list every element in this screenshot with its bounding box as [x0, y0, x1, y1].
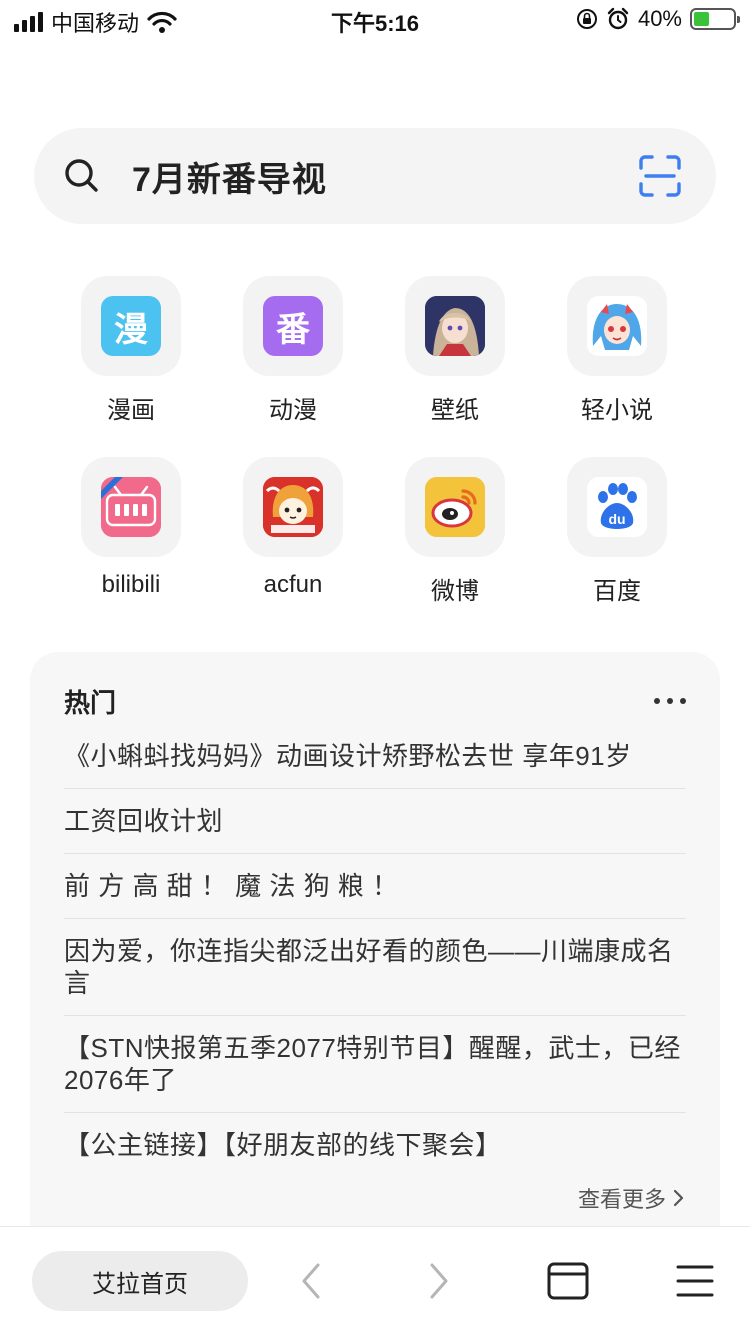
hot-news-item[interactable]: 【公主链接】【好朋友部的线下聚会】: [64, 1113, 686, 1177]
shortcut-grid: 漫 漫画 番 动漫 壁纸 轻小说 bilibili acfun 微博 du 百度: [50, 276, 700, 606]
shortcut-label: 轻小说: [581, 397, 653, 424]
shortcut-qingxiaoshuo[interactable]: 轻小说: [536, 276, 698, 425]
hot-news-item[interactable]: 前 方 高 甜 ！ 魔 法 狗 粮 ！: [64, 854, 686, 919]
search-input[interactable]: 7月新番导视: [132, 152, 638, 201]
tabs-icon[interactable]: [546, 1259, 590, 1303]
dongman-icon: 番: [263, 296, 323, 356]
anime-girl-novel-icon: [587, 296, 647, 356]
back-icon[interactable]: [292, 1259, 332, 1303]
scan-icon[interactable]: [638, 154, 682, 198]
shortcut-acfun[interactable]: acfun: [212, 457, 374, 606]
home-button[interactable]: 艾拉首页: [32, 1251, 248, 1311]
shortcut-weibo[interactable]: 微博: [374, 457, 536, 606]
hot-news-item[interactable]: 因为爱，你连指尖都泛出好看的颜色——川端康成名言: [64, 919, 686, 1016]
rotation-lock-icon: [576, 9, 597, 29]
acfun-logo: [263, 477, 323, 537]
hot-news-item[interactable]: 《小蝌蚪找妈妈》动画设计矫野松去世 享年91岁: [64, 724, 686, 789]
baidu-logo: du: [587, 477, 647, 537]
forward-icon[interactable]: [418, 1259, 458, 1303]
shortcut-label: 微博: [431, 578, 479, 605]
hot-title: 热门: [64, 687, 117, 718]
shortcut-bizhi[interactable]: 壁纸: [374, 276, 536, 425]
see-more-label: 查看更多: [577, 1187, 666, 1212]
weibo-logo: [425, 477, 485, 537]
battery-icon: [690, 8, 740, 30]
battery-percentage: 40%: [637, 6, 682, 31]
shortcut-label: 壁纸: [431, 397, 479, 424]
anime-girl-wallpaper-icon: [425, 296, 485, 356]
shortcut-label: 动漫: [269, 397, 317, 424]
status-bar: 中国移动 下午5:16 40%: [0, 0, 750, 40]
search-icon: [65, 159, 98, 192]
more-options-icon[interactable]: [654, 698, 686, 704]
bilibili-logo: [101, 477, 161, 537]
see-more-link[interactable]: 查看更多: [578, 1182, 686, 1214]
shortcut-manhua[interactable]: 漫 漫画: [50, 276, 212, 425]
menu-icon[interactable]: [674, 1259, 716, 1303]
shortcut-label: bilibili: [101, 571, 161, 598]
shortcut-dongman[interactable]: 番 动漫: [212, 276, 374, 425]
alarm-icon: [607, 7, 629, 30]
chevron-right-icon: [673, 1189, 684, 1207]
search-bar[interactable]: 7月新番导视: [34, 128, 716, 224]
shortcut-label: 百度: [593, 578, 641, 605]
shortcut-bilibili[interactable]: bilibili: [50, 457, 212, 606]
hot-news-card: 热门 《小蝌蚪找妈妈》动画设计矫野松去世 享年91岁 工资回收计划 前 方 高 …: [30, 652, 720, 1252]
manhua-icon: 漫: [101, 296, 161, 356]
hot-news-item[interactable]: 工资回收计划: [64, 789, 686, 854]
shortcut-label: 漫画: [107, 397, 155, 424]
shortcut-baidu[interactable]: du 百度: [536, 457, 698, 606]
bottom-toolbar: 艾拉首页: [0, 1226, 750, 1334]
shortcut-label: acfun: [263, 571, 323, 598]
hot-news-item[interactable]: 【STN快报第五季2077特别节目】醒醒，武士，已经2076年了: [64, 1016, 686, 1113]
svg-text:du: du: [608, 511, 625, 527]
hot-news-list: 《小蝌蚪找妈妈》动画设计矫野松去世 享年91岁 工资回收计划 前 方 高 甜 ！…: [64, 724, 686, 1177]
